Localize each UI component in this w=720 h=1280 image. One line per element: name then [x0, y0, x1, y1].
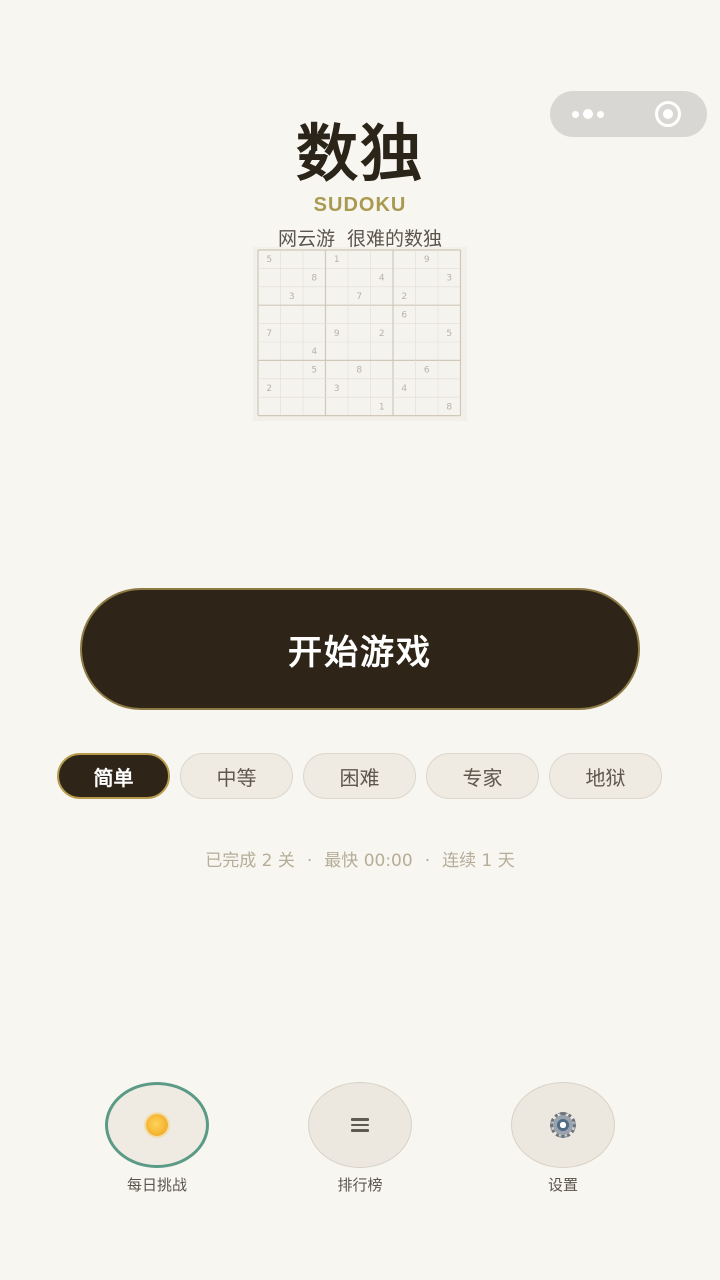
leaderboard-button[interactable]	[308, 1082, 412, 1168]
grid-cell-number: 4	[311, 347, 317, 357]
nav-label-leaderboard: 排行榜	[337, 1176, 383, 1194]
sudoku-preview-svg: 5 1 9 8 4 3 3 7 2 6 7 9 2 5 4 5 8 6 2 3 4 1 8	[257, 249, 462, 417]
difficulty-hell-button[interactable]: 地狱	[549, 753, 662, 799]
grid-cell-number: 6	[424, 366, 430, 376]
grid-cell-number: 3	[334, 384, 340, 394]
nav-daily-challenge[interactable]: 每日挑战	[105, 1082, 209, 1195]
grid-cell-number: 2	[266, 384, 272, 394]
nav-leaderboard[interactable]: 排行榜	[308, 1082, 412, 1195]
grid-cell-number: 4	[379, 274, 385, 284]
grid-cell-number: 2	[379, 329, 385, 339]
grid-cell-number: 5	[266, 255, 272, 265]
grid-cell-number: 9	[334, 329, 340, 339]
sudoku-preview-grid: 5 1 9 8 4 3 3 7 2 6 7 9 2 5 4 5 8 6 2 3 4 1 8	[253, 247, 467, 421]
difficulty-hard-button[interactable]: 困难	[303, 753, 416, 799]
stats-line: 已完成 2 关 · 最快 00:00 · 连续 1 天	[0, 846, 720, 871]
grid-cell-number: 1	[379, 402, 385, 412]
nav-settings[interactable]: 设置	[511, 1082, 615, 1195]
menu-icon	[351, 1118, 369, 1132]
grid-cell-number: 5	[311, 366, 317, 376]
grid-cell-number: 8	[356, 366, 362, 376]
grid-cell-number: 7	[266, 329, 272, 339]
stat-completed: 已完成 2 关	[205, 851, 295, 871]
difficulty-medium-button[interactable]: 中等	[180, 753, 293, 799]
start-game-button[interactable]: 开始游戏	[80, 588, 640, 710]
difficulty-expert-button[interactable]: 专家	[426, 753, 539, 799]
grid-cell-number: 8	[311, 274, 317, 284]
nav-label-settings: 设置	[547, 1176, 578, 1194]
grid-cell-number: 9	[424, 255, 430, 265]
grid-cell-number: 6	[401, 310, 407, 320]
page-title: 数独	[295, 117, 424, 190]
settings-button[interactable]	[511, 1082, 615, 1168]
grid-cell-number: 5	[446, 329, 452, 339]
nav-label-daily: 每日挑战	[126, 1176, 187, 1194]
grid-cell-number: 8	[446, 402, 452, 412]
grid-cell-number: 3	[446, 274, 452, 284]
grid-cell-number: 7	[356, 292, 362, 302]
gear-icon	[550, 1112, 576, 1138]
stat-separator: ·	[424, 851, 431, 871]
grid-cell-number: 1	[334, 255, 340, 265]
grid-cell-number: 3	[289, 292, 295, 302]
difficulty-selector: 简单 中等 困难 专家 地狱	[0, 753, 720, 799]
grid-cell-number: 2	[401, 292, 407, 302]
difficulty-easy-button[interactable]: 简单	[57, 753, 170, 799]
stat-streak: 连续 1 天	[442, 851, 515, 871]
stat-separator: ·	[306, 851, 313, 871]
sun-icon	[146, 1114, 168, 1136]
grid-cell-number: 4	[401, 384, 407, 394]
daily-challenge-button[interactable]	[105, 1082, 209, 1168]
page-subtitle: SUDOKU	[313, 194, 407, 216]
stat-fastest: 最快 00:00	[324, 851, 413, 871]
